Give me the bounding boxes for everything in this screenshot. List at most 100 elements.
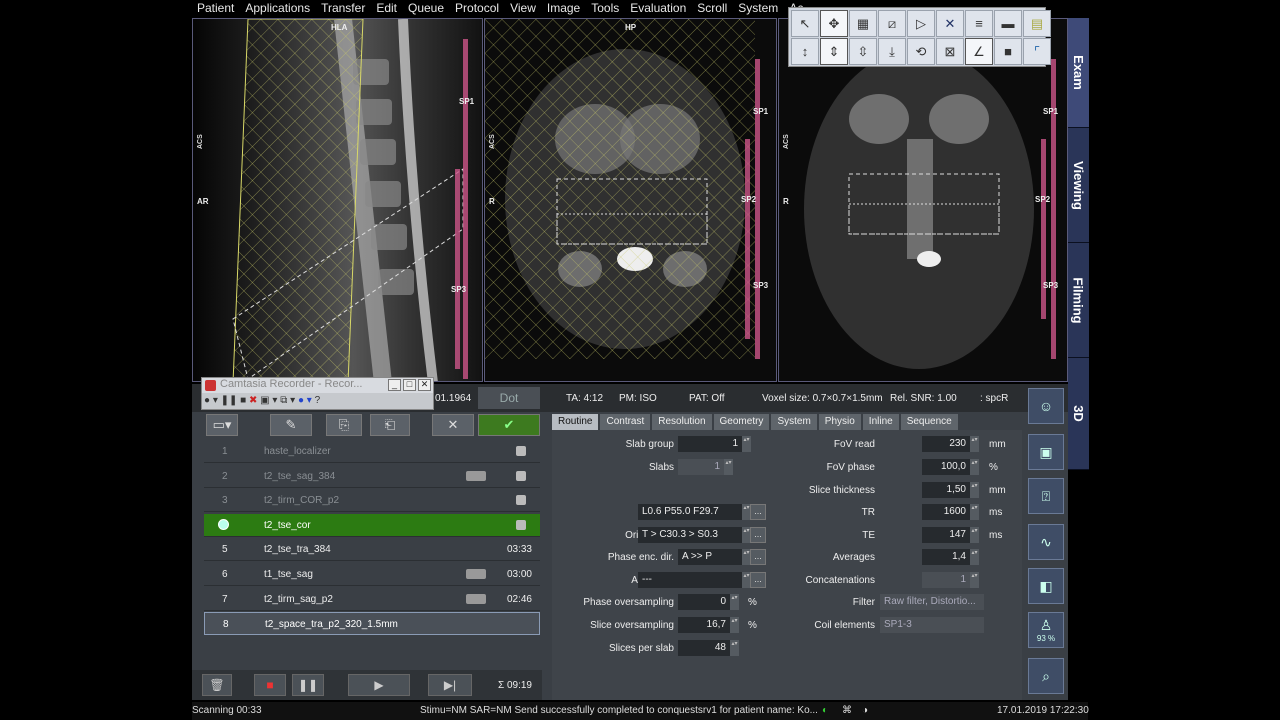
spin-arrows-icon[interactable]: ▴▾ bbox=[970, 459, 979, 475]
param-field[interactable]: L0.6 P55.0 F29.7 bbox=[638, 504, 742, 520]
param-field[interactable]: 1 bbox=[922, 572, 970, 588]
more-button[interactable]: ... bbox=[750, 572, 766, 588]
box-icon[interactable]: ■ bbox=[994, 38, 1022, 65]
view-icon[interactable]: ▣ bbox=[1028, 434, 1064, 470]
param-field[interactable]: 1 bbox=[678, 436, 742, 452]
viewport-sagittal[interactable]: HLA ACS AR SP1 SP3 bbox=[192, 18, 483, 382]
play-icon[interactable]: ▶ bbox=[348, 674, 410, 696]
tab-filming[interactable]: Filming bbox=[1068, 243, 1089, 358]
menu-item[interactable]: Transfer bbox=[316, 0, 371, 18]
param-field[interactable]: 1,50 bbox=[922, 482, 970, 498]
angle-icon[interactable]: ∠ bbox=[965, 38, 993, 65]
menu-item[interactable]: View bbox=[505, 0, 542, 18]
stop-icon[interactable]: ■ bbox=[240, 395, 246, 406]
patient-head-icon[interactable]: ☺ bbox=[1028, 388, 1064, 424]
tab-physio[interactable]: Physio bbox=[818, 414, 861, 430]
diagonal-slab-icon[interactable]: ⧄ bbox=[878, 10, 906, 37]
menu-item[interactable]: Edit bbox=[371, 0, 403, 18]
spin-arrows-icon[interactable]: ▴▾ bbox=[730, 640, 739, 656]
rotate-icon[interactable]: ⟲ bbox=[907, 38, 935, 65]
play-outline-icon[interactable]: ▷ bbox=[907, 10, 935, 37]
more-button[interactable]: ... bbox=[750, 504, 766, 520]
slab-yellow-icon[interactable]: ▤ bbox=[1023, 10, 1051, 37]
viewport-transverse[interactable]: HP ACS R SP1 SP2 SP3 bbox=[484, 18, 777, 382]
param-field[interactable]: 1600 bbox=[922, 504, 970, 520]
tab-system[interactable]: System bbox=[771, 414, 817, 430]
menu-item[interactable]: System bbox=[733, 0, 784, 18]
spin-arrows-icon[interactable]: ▴▾ bbox=[970, 527, 979, 543]
menu-item[interactable]: Tools bbox=[586, 0, 625, 18]
pause-icon[interactable]: ❚❚ bbox=[221, 395, 238, 406]
menu-item[interactable]: Image bbox=[542, 0, 586, 18]
param-field[interactable]: 230 bbox=[922, 436, 970, 452]
menu-item[interactable]: Protocol bbox=[450, 0, 505, 18]
delete-icon[interactable]: ✕ bbox=[432, 414, 474, 436]
cross-icon[interactable]: ✕ bbox=[936, 10, 964, 37]
physio-signal-icon[interactable]: ∿ bbox=[1028, 524, 1064, 560]
tab-contrast[interactable]: Contrast bbox=[600, 414, 651, 430]
tab-inline[interactable]: Inline bbox=[862, 414, 899, 430]
param-field[interactable]: 147 bbox=[922, 527, 970, 543]
view-menu-button[interactable]: ▭▾ bbox=[206, 414, 238, 436]
pointer-icon[interactable]: ↖ bbox=[791, 10, 819, 37]
spin-arrows-icon[interactable]: ▴▾ bbox=[730, 617, 739, 633]
queue-row[interactable]: t2_tse_cor bbox=[204, 513, 540, 537]
close-icon[interactable]: ✕ bbox=[418, 379, 431, 391]
queue-row[interactable]: 1 haste_localizer bbox=[204, 440, 540, 463]
spin-arrows-icon[interactable]: ▴▾ bbox=[970, 482, 979, 498]
slice-lines-icon[interactable]: ▦ bbox=[849, 10, 877, 37]
spin-arrows-icon[interactable]: ▴▾ bbox=[724, 459, 733, 475]
maximize-icon[interactable]: □ bbox=[403, 379, 416, 391]
spin-arrows-icon[interactable]: ▴▾ bbox=[970, 436, 979, 452]
menu-item[interactable]: Scroll bbox=[692, 0, 733, 18]
param-field[interactable]: --- bbox=[638, 572, 742, 588]
search-icon[interactable]: ⌕ bbox=[1028, 658, 1064, 694]
coil-person-icon[interactable]: ♙ 93 % bbox=[1028, 612, 1064, 648]
tab-geometry[interactable]: Geometry bbox=[713, 414, 770, 430]
queue-row[interactable]: 3 t2_tirm_COR_p2 bbox=[204, 489, 540, 513]
tab-viewing[interactable]: Viewing bbox=[1068, 128, 1089, 243]
spin-arrows-icon[interactable]: ▴▾ bbox=[742, 436, 751, 452]
menu-item[interactable]: Evaluation bbox=[625, 0, 692, 18]
compress-vertical-icon[interactable]: ⤓ bbox=[878, 38, 906, 65]
spin-arrows-icon[interactable]: ▴▾ bbox=[730, 594, 739, 610]
menu-item[interactable]: Queue bbox=[403, 0, 450, 18]
trash-icon[interactable]: 🗑 bbox=[202, 674, 232, 696]
parallel-lines-icon[interactable]: ≡ bbox=[965, 10, 993, 37]
grid-rotate-icon[interactable]: ⊠ bbox=[936, 38, 964, 65]
edit-icon[interactable]: ✎ bbox=[270, 414, 312, 436]
param-field[interactable]: 100,0 bbox=[922, 459, 970, 475]
copy-icon[interactable]: ⎘ bbox=[326, 414, 362, 436]
param-field[interactable]: 48 bbox=[678, 640, 730, 656]
spin-arrows-icon[interactable]: ▴▾ bbox=[970, 549, 979, 565]
param-field[interactable]: Raw filter, Distortio... bbox=[880, 594, 984, 610]
move-tool-icon[interactable]: ✥ bbox=[820, 10, 848, 37]
tab-exam[interactable]: Exam bbox=[1068, 18, 1089, 128]
param-field[interactable]: 1 bbox=[678, 459, 724, 475]
record-icon[interactable]: ● ▾ bbox=[204, 395, 218, 406]
adjust-icon[interactable]: ◧ bbox=[1028, 568, 1064, 604]
pause-icon[interactable]: ❚❚ bbox=[292, 674, 324, 696]
spin-arrows-icon[interactable]: ▴▾ bbox=[970, 572, 979, 588]
stop-icon[interactable]: ■ bbox=[254, 674, 286, 696]
queue-row[interactable]: 8 t2_space_tra_p2_320_1.5mm bbox=[204, 612, 540, 636]
paste-icon[interactable]: ⎗ bbox=[370, 414, 410, 436]
queue-row[interactable]: 7 t2_tirm_sag_p2 02:46 bbox=[204, 588, 540, 611]
apply-check-icon[interactable]: ✔ bbox=[478, 414, 540, 436]
camtasia-recorder-window[interactable]: Camtasia Recorder - Recor... _ □ ✕ ● ▾ ❚… bbox=[201, 377, 434, 410]
tab-resolution[interactable]: Resolution bbox=[652, 414, 712, 430]
screen-icon[interactable]: ▣ ▾ bbox=[260, 395, 277, 406]
region-icon[interactable]: ⧉ ▾ bbox=[280, 395, 295, 406]
queue-row[interactable]: 6 t1_tse_sag 03:00 bbox=[204, 563, 540, 586]
param-field[interactable]: T > C30.3 > S0.3 bbox=[638, 527, 742, 543]
tab-3d[interactable]: 3D bbox=[1068, 358, 1089, 470]
queue-row[interactable]: 2 t2_tse_sag_384 bbox=[204, 465, 540, 488]
viewport-coronal[interactable]: ACS R SP1 SP2 SP3 bbox=[778, 18, 1068, 382]
shift-center-icon[interactable]: ⇕ bbox=[820, 38, 848, 65]
param-field[interactable]: 0 bbox=[678, 594, 730, 610]
tab-routine[interactable]: Routine bbox=[552, 414, 599, 430]
expand-vertical-icon[interactable]: ⇳ bbox=[849, 38, 877, 65]
corner-arrow-icon[interactable]: ⌜ bbox=[1023, 38, 1051, 65]
param-field[interactable]: 1,4 bbox=[922, 549, 970, 565]
menu-item[interactable]: Applications bbox=[240, 0, 316, 18]
